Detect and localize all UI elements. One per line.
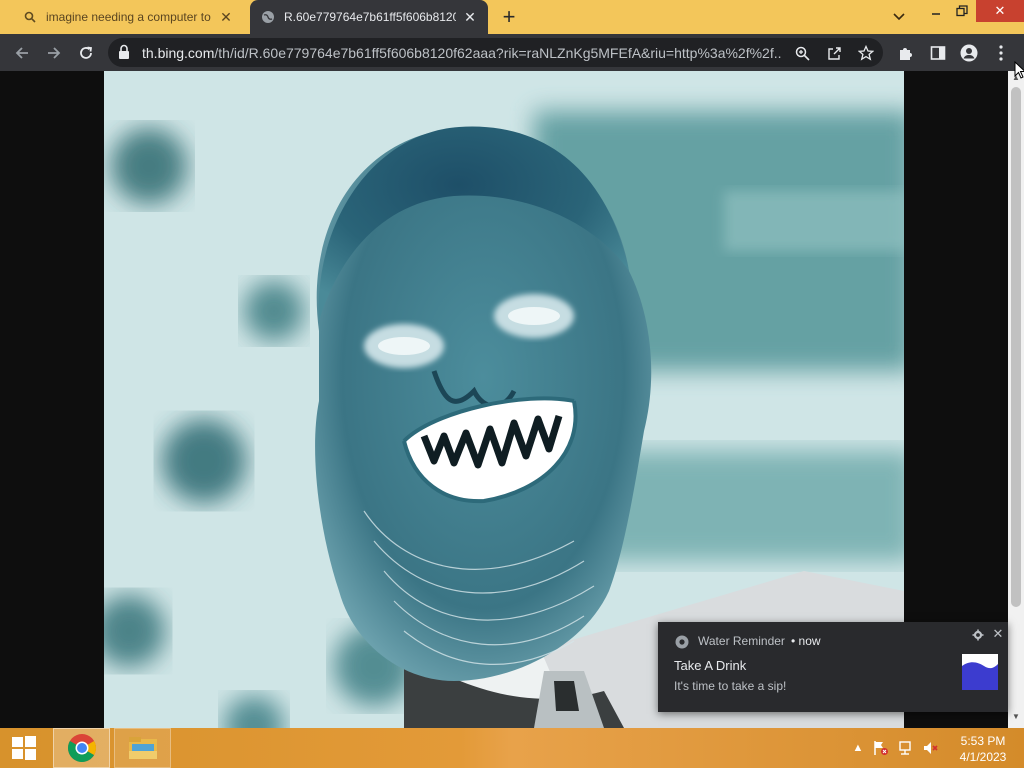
mouse-cursor-icon xyxy=(1014,61,1024,79)
notification-close-icon[interactable]: ✕ xyxy=(990,626,1006,642)
clock-date: 4/1/2023 xyxy=(959,750,1007,764)
network-icon[interactable] xyxy=(898,740,914,756)
clock-time: 5:53 PM xyxy=(960,734,1006,748)
start-button[interactable] xyxy=(0,728,48,768)
folder-icon xyxy=(128,737,157,759)
share-icon[interactable] xyxy=(824,43,844,63)
tab-close-icon[interactable]: ✕ xyxy=(218,9,234,25)
side-panel-icon[interactable] xyxy=(927,42,949,64)
kebab-menu-icon[interactable] xyxy=(990,42,1012,64)
url-text[interactable]: th.bing.com/th/id/R.60e779764e7b61ff5f60… xyxy=(142,45,782,61)
tab-close-icon[interactable]: ✕ xyxy=(462,9,478,25)
restore-icon[interactable] xyxy=(945,0,979,22)
notification-time-value: now xyxy=(798,634,821,648)
globe-icon xyxy=(260,9,276,25)
windows-taskbar: ▲ 5:53 PM 4/1/2023 xyxy=(0,728,1024,768)
browser-toolbar: th.bing.com/th/id/R.60e779764e7b61ff5f60… xyxy=(0,34,1024,71)
tab-search-chevron-icon[interactable] xyxy=(888,6,910,28)
tab-search-results[interactable]: imagine needing a computer to l ✕ xyxy=(12,0,244,34)
taskbar-file-explorer[interactable] xyxy=(114,728,171,768)
tab-title: R.60e779764e7b61ff5f606b8120f xyxy=(284,10,456,24)
water-wave-icon xyxy=(962,654,998,690)
windows-logo-icon xyxy=(12,736,36,760)
notification-title: Take A Drink xyxy=(674,658,747,673)
gear-icon[interactable] xyxy=(970,627,986,643)
url-host: th.bing.com xyxy=(142,45,215,61)
zoom-icon[interactable] xyxy=(792,43,812,63)
vertical-scrollbar[interactable]: ▲ ▼ xyxy=(1008,71,1024,728)
lock-icon[interactable] xyxy=(118,44,132,60)
extensions-puzzle-icon[interactable] xyxy=(895,42,917,64)
notification-app-name: Water Reminder xyxy=(698,634,785,648)
tab-image[interactable]: R.60e779764e7b61ff5f606b8120f ✕ xyxy=(250,0,488,34)
chrome-logo-icon xyxy=(674,634,690,650)
action-center-flag-icon[interactable] xyxy=(873,740,889,756)
forward-arrow-icon[interactable] xyxy=(40,39,68,67)
taskbar-clock[interactable]: 5:53 PM 4/1/2023 xyxy=(950,733,1016,765)
scrollbar-thumb[interactable] xyxy=(1011,87,1021,607)
volume-muted-icon[interactable] xyxy=(922,740,938,756)
back-arrow-icon[interactable] xyxy=(8,39,36,67)
tab-title: imagine needing a computer to l xyxy=(46,10,212,24)
bookmark-star-icon[interactable] xyxy=(856,43,876,63)
show-hidden-icons-chevron-icon[interactable]: ▲ xyxy=(850,740,866,756)
notification-toast[interactable]: Water Reminder • now ✕ Take A Drink It's… xyxy=(658,622,1008,712)
notification-body: It's time to take a sip! xyxy=(674,679,787,693)
search-icon xyxy=(22,9,38,25)
chrome-logo-icon xyxy=(67,734,96,762)
url-path: /th/id/R.60e779764e7b61ff5f606b8120f62aa… xyxy=(214,45,782,61)
taskbar-chrome[interactable] xyxy=(53,728,110,768)
new-tab-button[interactable]: + xyxy=(497,4,521,29)
window-close-icon[interactable]: ✕ xyxy=(976,0,1024,22)
tab-strip: imagine needing a computer to l ✕ R.60e7… xyxy=(0,0,1024,34)
scroll-down-arrow-icon[interactable]: ▼ xyxy=(1008,712,1024,724)
notification-time: • now xyxy=(791,634,821,648)
profile-avatar-icon[interactable] xyxy=(958,42,980,64)
address-bar[interactable]: th.bing.com/th/id/R.60e779764e7b61ff5f60… xyxy=(108,38,883,67)
reload-icon[interactable] xyxy=(72,39,100,67)
